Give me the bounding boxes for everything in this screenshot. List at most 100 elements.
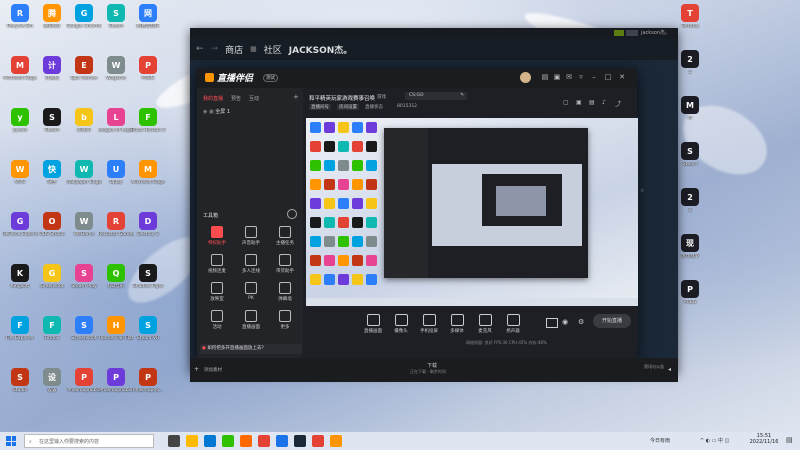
clock[interactable]: 15:51 2022/11/16 <box>748 433 780 445</box>
tab-my-live[interactable]: 我的直播 <box>203 95 223 102</box>
settings-icon[interactable]: ▿ <box>577 73 585 81</box>
desktop-icon[interactable]: K Kingsoft <box>2 264 38 289</box>
tool-item[interactable]: 带货助手 <box>271 254 299 274</box>
desktop-icon[interactable]: S Screenshot <box>66 316 102 341</box>
desktop-icon[interactable]: M Microsoft Edge <box>2 56 38 81</box>
tool-item[interactable]: 弹幕墙 <box>271 282 299 302</box>
desktop-icon[interactable]: 计计算机 <box>34 56 70 81</box>
desktop-icon[interactable]: S Steam VR <box>130 316 166 341</box>
share-icon[interactable]: ⤴ <box>615 99 621 108</box>
notification-icon[interactable]: ▤ <box>786 436 793 444</box>
bottom-tool[interactable]: 摄像头 <box>386 314 416 334</box>
desktop-icon[interactable]: 设设置 <box>34 368 70 393</box>
bottom-tool[interactable]: 扬声器 <box>498 314 528 334</box>
taskbar-app-icon[interactable] <box>222 435 234 447</box>
tab-preview[interactable]: 预告 <box>231 95 241 102</box>
tool-item[interactable]: PK <box>237 282 265 301</box>
desktop-icon[interactable]: D Destiny 2 <box>130 212 166 237</box>
minimize-icon[interactable]: – <box>590 73 598 81</box>
desktop-icon[interactable]: S Steam <box>34 108 70 133</box>
desktop-icon[interactable]: F Forza Horizon 5 <box>130 108 166 133</box>
desktop-icon[interactable]: S Steam Play <box>66 264 102 289</box>
room-info-2[interactable]: 房间设置 <box>337 104 359 110</box>
desktop-icon[interactable]: 腾腾讯QQ <box>34 4 70 29</box>
tool-item[interactable]: 特权助手 <box>203 226 231 246</box>
footer-right[interactable]: 资讯与公告 <box>644 364 666 369</box>
desktop-icon[interactable]: P Phasmophobia <box>66 368 102 393</box>
desktop-icon[interactable]: 快快手 <box>34 160 70 185</box>
taskbar-app-icon[interactable] <box>294 435 306 447</box>
steam-notification-icon[interactable] <box>614 30 624 36</box>
video-icon[interactable] <box>546 318 558 328</box>
desktop-icon[interactable]: U Uplay <box>98 160 134 185</box>
desktop-icon[interactable]: R Recycle Bin <box>2 4 38 29</box>
desktop-icon[interactable]: W Wallpaper Engine <box>66 160 102 185</box>
tab-interact[interactable]: 互动 <box>249 95 259 102</box>
toolbox-settings-icon[interactable] <box>287 209 297 219</box>
tool-item[interactable]: 视频连麦 <box>203 254 231 274</box>
gear-icon[interactable]: ⚙ <box>578 318 584 326</box>
visibility-icon[interactable]: ◉ <box>203 109 207 115</box>
tool-item[interactable]: 多人连线 <box>237 254 265 274</box>
tool-item[interactable]: 直播画面 <box>237 310 265 330</box>
avatar[interactable] <box>520 72 531 83</box>
layout-icon[interactable]: ▢ <box>563 99 569 106</box>
search-box[interactable]: ⌕ 在这里输入你要搜索的内容 <box>24 434 154 448</box>
expand-icon[interactable]: ◂ <box>668 366 671 373</box>
nav-store[interactable]: 商店 <box>225 43 243 56</box>
desktop-icon[interactable]: S Shadow Fight <box>130 264 166 289</box>
desktop-icon[interactable]: W Wegame <box>98 56 134 81</box>
menu-icon[interactable]: ▤ <box>541 73 549 81</box>
desktop-icon[interactable]: b bilibili <box>66 108 102 133</box>
back-button[interactable]: ← <box>196 44 204 54</box>
eye-icon[interactable]: ◉ <box>562 318 568 326</box>
desktop-icon[interactable]: S Steam <box>98 4 134 29</box>
taskbar-app-icon[interactable] <box>240 435 252 447</box>
tool-item[interactable]: 更多 <box>271 310 299 330</box>
tool-item[interactable]: 主播任务 <box>271 226 299 246</box>
close-icon[interactable]: ✕ <box>618 73 626 81</box>
desktop-icon[interactable]: G Greenshot <box>34 264 70 289</box>
mail-icon[interactable]: ✉ <box>565 73 573 81</box>
desktop-icon[interactable]: R Rockstar Games <box>98 212 134 237</box>
nav-user[interactable]: JACKSON杰。 <box>289 43 353 56</box>
start-live-button[interactable]: 开始直播 <box>593 314 631 328</box>
stream-title[interactable]: 和平精英玩家游戏赛事召唤 <box>309 94 375 102</box>
room-info-1[interactable]: 直播间号 <box>309 104 331 110</box>
desktop-icon[interactable]: L League of Legends <box>98 108 134 133</box>
forward-button[interactable]: → <box>211 44 219 54</box>
bottom-tool[interactable]: 直播画面 <box>358 314 388 334</box>
desktop-icon[interactable]: W WeGame <box>66 212 102 237</box>
lock-preview-icon[interactable]: ▣ <box>576 99 582 106</box>
desktop-icon[interactable]: G Google Chrome <box>66 4 102 29</box>
steam-wallet-badge[interactable] <box>626 30 638 36</box>
skin-icon[interactable]: ▣ <box>553 73 561 81</box>
desktop-icon[interactable]: O OBS Studio <box>34 212 70 237</box>
bottom-tool[interactable]: 手机投屏 <box>414 314 444 334</box>
desktop-icon[interactable]: y yy.exe <box>2 108 38 133</box>
desktop-icon[interactable]: P Phasmopho... <box>130 368 166 393</box>
taskbar-app-icon[interactable] <box>276 435 288 447</box>
desktop-icon[interactable]: G GeForce Experience <box>2 212 38 237</box>
bottom-tool[interactable]: 多媒体 <box>442 314 472 334</box>
notice-bar[interactable]: ● 如何把多开直播画面放上去？ <box>200 344 302 354</box>
desktop-icon[interactable]: P Phasmophobia <box>98 368 134 393</box>
desktop-icon[interactable]: Q QQ音乐 <box>98 264 134 289</box>
tool-item[interactable]: 活动 <box>203 310 231 330</box>
taskbar-app-icon[interactable] <box>204 435 216 447</box>
desktop-icon[interactable]: E Epic Games <box>66 56 102 81</box>
desktop-icon[interactable]: 网网易云音乐 <box>130 4 166 29</box>
stream-preview[interactable] <box>306 118 638 306</box>
bottom-tool[interactable]: 麦克风 <box>470 314 500 334</box>
desktop-icon[interactable]: M Microsoft Edge <box>130 160 166 185</box>
scene-item[interactable]: ◉ ▣ 全屏 1 <box>203 108 230 115</box>
weather-text[interactable]: 今日有雨 <box>650 437 670 444</box>
desktop-icon[interactable]: W WPS <box>2 160 38 185</box>
category-select[interactable]: CS:GO ✎ <box>405 92 467 100</box>
desktop-icon[interactable]: F File Explorer <box>2 316 38 341</box>
desktop-icon[interactable]: P PUBG <box>130 56 166 81</box>
desktop-icon[interactable]: T Terraria <box>672 4 708 29</box>
steam-account-name[interactable]: jackson杰。 <box>641 29 670 36</box>
camera-preview-icon[interactable]: ▤ <box>589 99 595 106</box>
maximize-icon[interactable]: □ <box>604 73 612 81</box>
